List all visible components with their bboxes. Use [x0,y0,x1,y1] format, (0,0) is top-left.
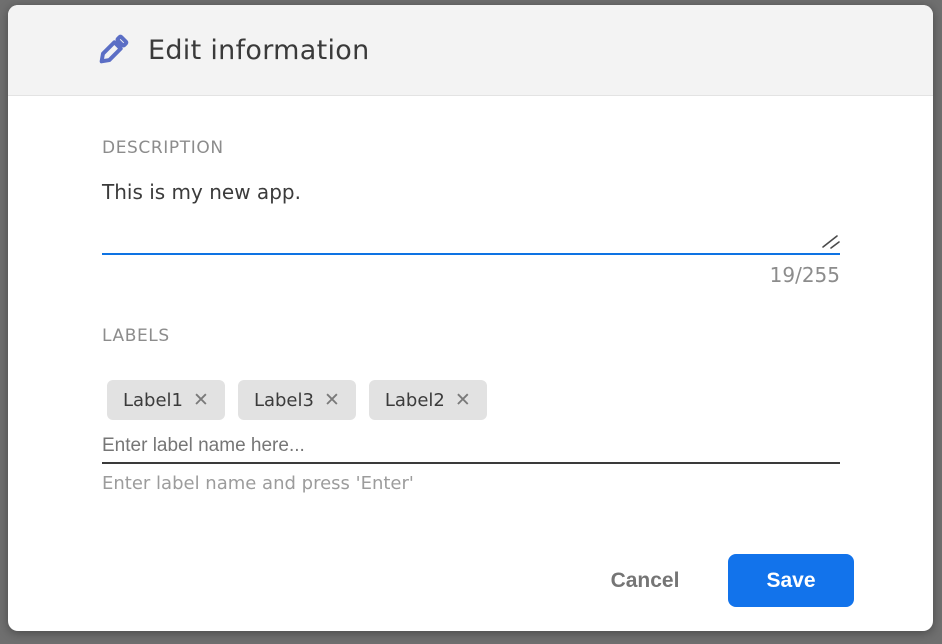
dialog-title: Edit information [148,5,370,96]
label-chip: Label1 ✕ [107,380,225,420]
save-button[interactable]: Save [728,554,854,607]
label-chip-text: Label1 [123,390,183,411]
labels-label: LABELS [102,326,170,346]
label-name-input[interactable] [102,429,840,462]
dialog-header: Edit information [8,5,933,96]
cancel-button[interactable]: Cancel [591,561,699,601]
description-textarea[interactable]: This is my new app. [102,165,840,253]
label-chip: Label3 ✕ [238,380,356,420]
label-chip-text: Label3 [254,390,314,411]
label-chip: Label2 ✕ [369,380,487,420]
remove-label-icon[interactable]: ✕ [455,391,471,410]
edit-information-dialog: Edit information DESCRIPTION This is my … [8,5,933,631]
label-input-helper-text: Enter label name and press 'Enter' [102,473,414,494]
description-focus-underline [102,253,840,255]
label-input-underline [102,462,840,464]
remove-label-icon[interactable]: ✕ [193,391,209,410]
character-counter: 19/255 [102,263,840,287]
label-chip-text: Label2 [385,390,445,411]
label-chips-row: Label1 ✕ Label3 ✕ Label2 ✕ [107,380,487,420]
pencil-icon [90,28,135,73]
textarea-resize-grip-icon[interactable] [820,233,842,251]
description-label: DESCRIPTION [102,138,224,158]
remove-label-icon[interactable]: ✕ [324,391,340,410]
